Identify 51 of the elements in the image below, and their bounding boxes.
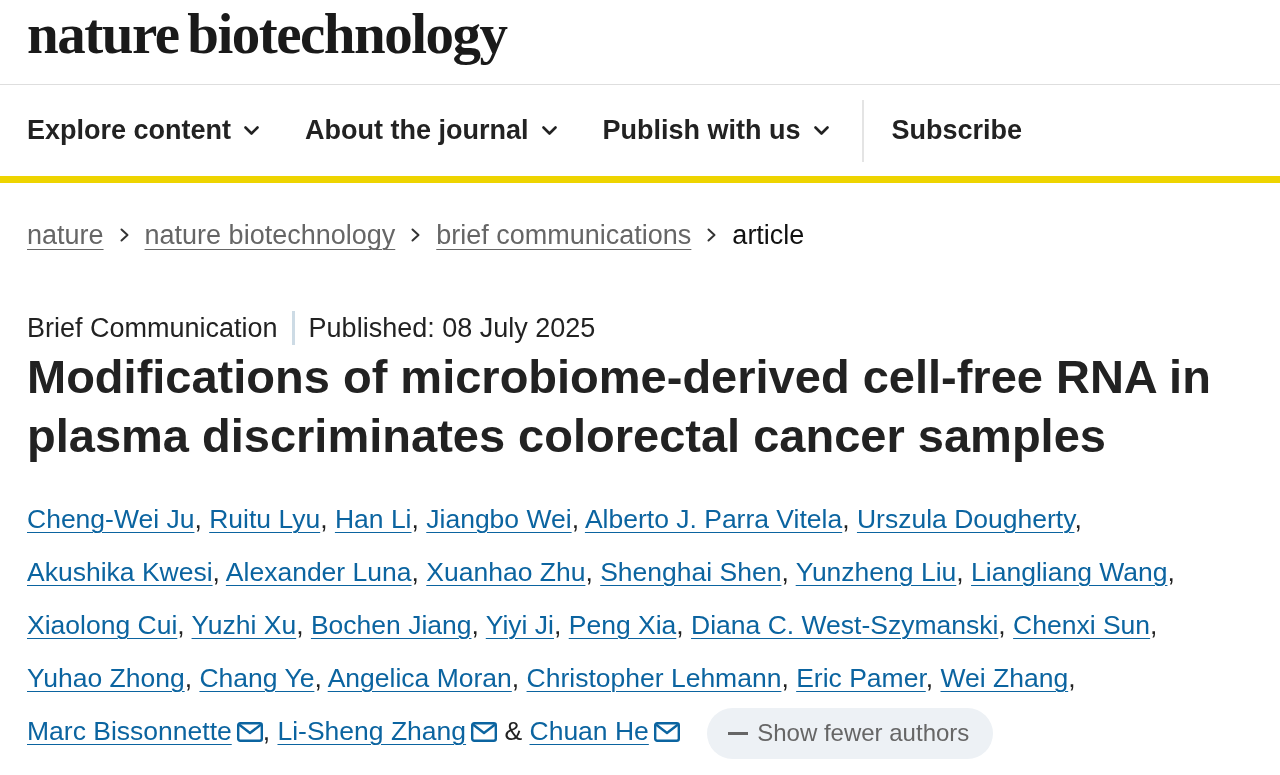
minus-icon: [728, 731, 749, 735]
article-title: Modifications of microbiome-derived cell-free RNA in plasma discriminates colorectal cancer samples: [27, 349, 1212, 464]
chevron-down-icon: [813, 126, 829, 135]
breadcrumb-link[interactable]: nature biotechnology: [144, 217, 396, 253]
author-link[interactable]: Peng Xia: [568, 610, 677, 640]
author-link[interactable]: Chenxi Sun: [1013, 610, 1151, 640]
author-link[interactable]: Yiyi Ji: [485, 610, 554, 640]
author-link[interactable]: Wei Zhang: [940, 663, 1069, 693]
nav-menu-button[interactable]: About the journal: [305, 114, 557, 147]
author-link[interactable]: Marc Bissonnette: [27, 716, 232, 746]
author-link[interactable]: Liangliang Wang: [971, 557, 1168, 587]
author-link[interactable]: Shenghai Shen: [600, 557, 782, 587]
breadcrumb-link[interactable]: brief communications: [436, 217, 692, 253]
author-link[interactable]: Yunzheng Liu: [795, 557, 957, 587]
publication-date: Published: 08 July 2025: [308, 312, 596, 345]
author-link[interactable]: Han Li: [334, 504, 412, 534]
breadcrumb-link[interactable]: nature: [27, 217, 104, 253]
author-link[interactable]: Eric Pamer: [796, 663, 926, 693]
author-link[interactable]: Yuzhi Xu: [191, 610, 297, 640]
chevron-down-icon: [541, 126, 557, 135]
chevron-right-icon: [411, 228, 421, 242]
nav-link[interactable]: Subscribe: [891, 114, 1023, 147]
author-link[interactable]: Diana C. West-Szymanski: [691, 610, 999, 640]
author-link[interactable]: Li-Sheng Zhang: [277, 716, 467, 746]
author-link[interactable]: Angelica Moran: [327, 663, 512, 693]
author-link[interactable]: Ruitu Lyu: [209, 504, 321, 534]
show-fewer-authors-button[interactable]: Show fewer authors: [707, 707, 994, 759]
nav-menu-button[interactable]: Publish with us: [602, 114, 829, 147]
author-link[interactable]: Yuhao Zhong: [27, 663, 185, 693]
author-link[interactable]: Xiaolong Cui: [27, 610, 178, 640]
author-link[interactable]: Christopher Lehmann: [526, 663, 782, 693]
article-type: Brief Communication: [27, 312, 278, 345]
envelope-icon[interactable]: [471, 722, 498, 742]
author-link[interactable]: Xuanhao Zhu: [426, 557, 586, 587]
author-link[interactable]: Cheng-Wei Ju: [27, 504, 195, 534]
chevron-right-icon: [707, 228, 717, 242]
nav-menu-button[interactable]: Explore content: [27, 114, 260, 147]
chevron-right-icon: [119, 228, 129, 242]
author-link[interactable]: Chuan He: [529, 716, 649, 746]
author-link[interactable]: Alberto J. Parra Vitela: [584, 504, 843, 534]
author-link[interactable]: Chang Ye: [199, 663, 315, 693]
envelope-icon[interactable]: [236, 722, 263, 742]
author-link[interactable]: Jiangbo Wei: [426, 504, 572, 534]
author-list: Cheng-Wei Ju, Ruitu Lyu, Han Li, Jiangbo Wei, Alberto J. Parra Vitela, Urszula Dougherty, Akushika Kwesi, Alexander Luna, Xuanhao Zhu, Shenghai Shen, Yunzheng Liu, Liangliang Wang, Xiaolong Cui, Yuzhi Xu, Bochen Jiang, Yiyi Ji, Peng Xia, Diana C. West-Szymanski, Chenxi Sun, Yuhao Zhong, Chang Ye, Angelica Moran, Christopher Lehmann, Eric Pamer, Wei Zhang, Marc Bissonnette , Li-Sheng Zhang & Chuan He Show fewer authors: [27, 493, 1253, 759]
breadcrumb-current: article: [732, 219, 805, 252]
author-link[interactable]: Alexander Luna: [225, 557, 412, 587]
author-link[interactable]: Bochen Jiang: [310, 610, 472, 640]
author-link[interactable]: Akushika Kwesi: [27, 557, 213, 587]
envelope-icon[interactable]: [653, 722, 680, 742]
chevron-down-icon: [244, 126, 260, 135]
author-link[interactable]: Urszula Dougherty: [856, 504, 1075, 534]
